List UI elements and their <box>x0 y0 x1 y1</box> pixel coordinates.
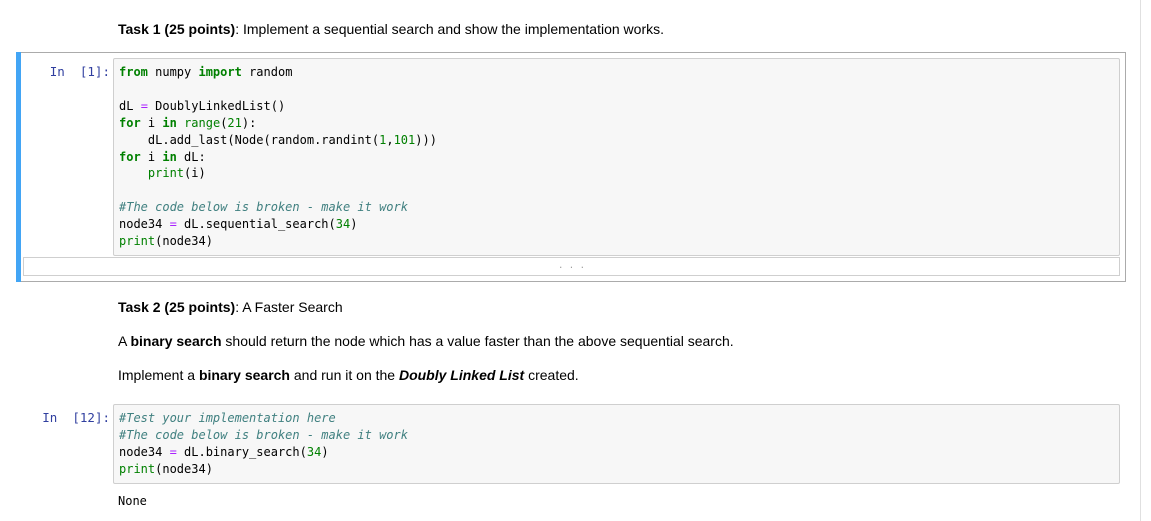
code-token: = <box>169 217 177 232</box>
text-run: A <box>118 333 131 349</box>
code-token: dL.sequential_search( <box>176 217 336 232</box>
code-token: for <box>119 149 141 164</box>
task1-heading-text: : Implement a sequential search and show… <box>235 21 664 37</box>
text-run-bold: binary search <box>130 333 222 349</box>
code-token: print <box>119 234 156 249</box>
text-run: should return the node which has a value… <box>221 333 734 349</box>
code-cell-2-input[interactable]: #Test your implementation here #The code… <box>113 404 1120 484</box>
code-token: i <box>140 149 163 164</box>
code-token: = <box>169 444 177 459</box>
task2-heading: Task 2 (25 points): A Faster Search <box>118 298 343 316</box>
code-token: from <box>119 65 148 79</box>
code-cell-2-source[interactable]: #Test your implementation here #The code… <box>119 410 408 478</box>
code-token: i <box>140 115 163 130</box>
cell-2-prompt: In [12]: <box>42 410 110 425</box>
task2-paragraph-2: Implement a binary search and run it on … <box>118 366 579 384</box>
text-run-bold: binary search <box>198 367 290 383</box>
code-token: range <box>184 115 221 130</box>
task2-paragraph-1: A binary search should return the node w… <box>118 332 734 350</box>
code-cell-1-source[interactable]: from numpy import random dL = DoublyLink… <box>119 64 437 250</box>
code-token: ): <box>241 115 257 130</box>
text-run-bold-italic: Doubly Linked List <box>398 367 525 383</box>
task2-heading-bold: Task 2 (25 points) <box>118 299 236 315</box>
code-token: 34 <box>306 444 322 459</box>
code-token: (node34) <box>155 234 213 249</box>
code-token: node34 <box>119 217 170 232</box>
cell-2-output: None <box>118 494 147 508</box>
text-run: Implement a <box>118 367 199 383</box>
code-cell-1-input[interactable]: from numpy import random dL = DoublyLink… <box>113 58 1120 256</box>
code-token: 21 <box>227 115 242 130</box>
code-token: print <box>119 461 156 476</box>
code-token: dL: <box>176 149 206 164</box>
code-token: = <box>140 98 148 113</box>
code-token: (i) <box>184 166 206 181</box>
task2-heading-text: : A Faster Search <box>235 299 343 315</box>
code-token: , <box>386 132 394 147</box>
code-token: in <box>162 115 177 130</box>
collapsed-output-toggle[interactable]: . . . <box>23 257 1120 276</box>
code-token: 34 <box>335 217 351 232</box>
code-token: random <box>241 65 293 79</box>
cell-1-prompt: In [1]: <box>49 64 110 79</box>
code-token: print <box>147 166 185 181</box>
code-token: ))) <box>415 132 437 147</box>
collapsed-output-dots: . . . <box>557 261 586 271</box>
code-token: 101 <box>393 132 416 147</box>
code-token: node34 <box>119 444 170 459</box>
code-token: in <box>162 149 177 164</box>
task1-heading-bold: Task 1 (25 points) <box>118 21 236 37</box>
code-token: ) <box>350 217 358 232</box>
cell-selection-bar <box>16 52 21 282</box>
code-token: DoublyLinkedList() <box>147 98 286 113</box>
code-token: (node34) <box>155 461 213 476</box>
code-token: dL.add_last(Node(random.randint( <box>119 132 380 147</box>
code-token: numpy <box>147 65 199 79</box>
text-run: created. <box>524 367 579 383</box>
page-right-edge <box>1140 0 1141 521</box>
code-token: dL <box>119 98 141 113</box>
code-token: ) <box>321 444 329 459</box>
code-token: for <box>119 115 141 130</box>
code-token: import <box>198 65 242 79</box>
code-comment: #The code below is broken - make it work <box>119 200 408 215</box>
code-token: dL.binary_search( <box>176 444 307 459</box>
text-run: and run it on the <box>290 367 399 383</box>
code-comment: #Test your implementation here <box>119 411 336 425</box>
task1-heading: Task 1 (25 points): Implement a sequenti… <box>118 20 664 38</box>
code-comment: #The code below is broken - make it work <box>119 427 408 442</box>
